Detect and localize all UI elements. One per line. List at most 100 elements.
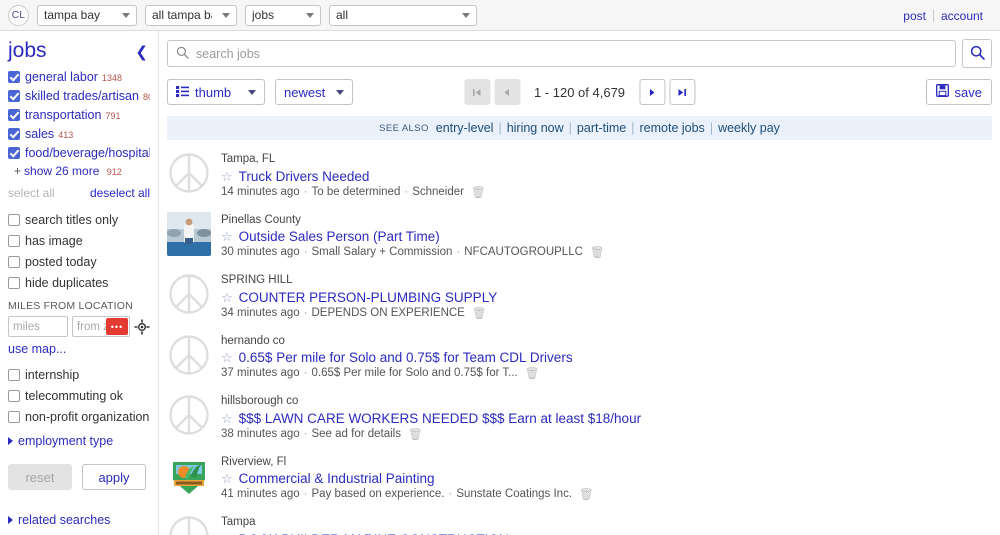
checkbox[interactable] <box>8 90 20 102</box>
favorite-star-icon[interactable]: ☆ <box>221 170 233 183</box>
see-also-link-hiring-now[interactable]: hiring now <box>507 121 564 135</box>
trash-icon[interactable]: 🗑 <box>471 185 486 199</box>
employment-type-expander[interactable]: employment type <box>8 434 150 448</box>
favorite-star-icon[interactable]: ☆ <box>221 351 233 364</box>
trash-icon[interactable]: 🗑 <box>590 245 605 259</box>
checkbox[interactable] <box>8 277 20 289</box>
listing-title[interactable]: DOCK BUILDER MARINE CONSTRUCTION <box>239 532 509 535</box>
sidebar-item-skilled-trades[interactable]: skilled trades/artisan 808 <box>8 88 150 103</box>
view-mode-button[interactable]: thumb <box>167 79 265 105</box>
see-also-link-entry-level[interactable]: entry-level <box>436 121 494 135</box>
favorite-star-icon[interactable]: ☆ <box>221 230 233 243</box>
list-item[interactable]: Pinellas County ☆ Outside Sales Person (… <box>167 205 992 266</box>
separator: | <box>709 121 714 135</box>
first-page-icon[interactable] <box>463 79 490 105</box>
miles-placeholder: miles <box>13 320 40 333</box>
separator: · <box>404 185 409 198</box>
listing-title[interactable]: Truck Drivers Needed <box>239 169 370 184</box>
favorite-star-icon[interactable]: ☆ <box>221 291 233 304</box>
option-search-titles-only[interactable]: search titles only <box>8 212 150 227</box>
list-item[interactable]: hillsborough co ☆ $$$ LAWN CARE WORKERS … <box>167 386 992 447</box>
trash-icon[interactable]: 🗑 <box>525 366 540 380</box>
deselect-all-button[interactable]: deselect all <box>90 186 150 200</box>
checkbox[interactable] <box>8 390 20 402</box>
listing-title[interactable]: 0.65$ Per mile for Solo and 0.75$ for Te… <box>239 350 573 365</box>
list-item[interactable]: SPRING HILL ☆ COUNTER PERSON-PLUMBING SU… <box>167 265 992 326</box>
see-also-link-weekly-pay[interactable]: weekly pay <box>718 121 780 135</box>
category-select[interactable]: jobs <box>245 4 321 26</box>
favorite-star-icon[interactable]: ☆ <box>221 412 233 425</box>
option-has-image[interactable]: has image <box>8 233 150 248</box>
search-button[interactable] <box>962 39 992 68</box>
see-also-link-part-time[interactable]: part-time <box>577 121 626 135</box>
listing-title[interactable]: Outside Sales Person (Part Time) <box>239 229 440 244</box>
sidebar-item-general-labor[interactable]: general labor 1348 <box>8 69 150 84</box>
option-label: non-profit organization <box>25 410 150 424</box>
type-select[interactable]: all <box>329 4 477 26</box>
listing-time: 30 minutes ago <box>221 246 300 259</box>
checkbox[interactable] <box>8 411 20 423</box>
checkbox[interactable] <box>8 128 20 140</box>
related-searches-expander[interactable]: related searches <box>8 513 110 527</box>
post-link[interactable]: post <box>896 9 933 23</box>
checkbox[interactable] <box>8 369 20 381</box>
checkbox[interactable] <box>8 147 20 159</box>
trash-icon[interactable]: 🗑 <box>472 306 487 320</box>
sidebar-item-sales[interactable]: sales 413 <box>8 126 150 141</box>
craigslist-logo-icon[interactable]: CL <box>8 4 29 26</box>
apply-button[interactable]: apply <box>82 464 146 490</box>
option-hide-duplicates[interactable]: hide duplicates <box>8 275 150 290</box>
miles-input[interactable]: miles <box>8 316 68 337</box>
select-controls: select all deselect all <box>8 186 150 200</box>
listing-title[interactable]: Commercial & Industrial Painting <box>239 471 435 486</box>
sidebar-item-food-beverage[interactable]: food/beverage/hospitalit… <box>8 145 150 160</box>
list-item[interactable]: Tampa, FL ☆ Truck Drivers Needed 14 minu… <box>167 144 992 205</box>
peace-placeholder-icon <box>167 272 211 316</box>
subarea-select[interactable]: all tampa bay <box>145 4 237 26</box>
checkbox[interactable] <box>8 71 20 83</box>
option-telecommuting-ok[interactable]: telecommuting ok <box>8 388 150 403</box>
checkbox[interactable] <box>8 109 20 121</box>
zip-badge[interactable]: ••• <box>106 318 128 335</box>
checkbox[interactable] <box>8 235 20 247</box>
related-searches-label: related searches <box>18 513 111 527</box>
listing-title[interactable]: $$$ LAWN CARE WORKERS NEEDED $$$ Earn at… <box>239 411 641 426</box>
crosshair-target-icon[interactable] <box>134 319 150 335</box>
chevron-down-icon <box>222 12 230 18</box>
last-page-icon[interactable] <box>669 79 696 105</box>
list-item[interactable]: Riverview, Fl ☆ Commercial & Industrial … <box>167 447 992 508</box>
trash-icon[interactable]: 🗑 <box>579 487 594 501</box>
checkbox[interactable] <box>8 256 20 268</box>
chevron-down-icon <box>248 89 256 95</box>
option-internship[interactable]: internship <box>8 367 150 382</box>
listing-title[interactable]: COUNTER PERSON-PLUMBING SUPPLY <box>239 290 498 305</box>
area-select[interactable]: tampa bay <box>37 4 137 26</box>
listing-thumbnail-image[interactable] <box>167 453 211 498</box>
reset-button[interactable]: reset <box>8 464 72 490</box>
checkbox[interactable] <box>8 214 20 226</box>
zip-input[interactable]: from zip ••• <box>71 316 130 337</box>
favorite-star-icon[interactable]: ☆ <box>221 472 233 485</box>
option-label: has image <box>25 234 83 248</box>
trash-icon[interactable]: 🗑 <box>408 427 423 441</box>
sort-button[interactable]: newest <box>275 79 353 105</box>
show-more-categories[interactable]: + show 26 more 912 <box>14 164 150 178</box>
prev-page-icon[interactable] <box>493 79 520 105</box>
search-input[interactable]: search jobs <box>167 40 956 67</box>
account-link[interactable]: account <box>934 9 990 23</box>
see-also-link-remote-jobs[interactable]: remote jobs <box>640 121 705 135</box>
save-search-button[interactable]: save <box>925 79 992 105</box>
sidebar-item-transportation[interactable]: transportation 791 <box>8 107 150 122</box>
next-page-icon[interactable] <box>639 79 666 105</box>
listing-thumbnail-image[interactable] <box>167 211 211 256</box>
list-item[interactable]: hernando co ☆ 0.65$ Per mile for Solo an… <box>167 326 992 387</box>
list-item[interactable]: Tampa ☆ DOCK BUILDER MARINE CONSTRUCTION <box>167 507 992 535</box>
option-non-profit[interactable]: non-profit organization <box>8 409 150 424</box>
use-map-link[interactable]: use map... <box>8 342 150 356</box>
listing-location: SPRING HILL <box>221 274 293 287</box>
chevron-left-icon[interactable]: ❮ <box>135 45 150 60</box>
option-posted-today[interactable]: posted today <box>8 254 150 269</box>
category-label: skilled trades/artisan <box>25 89 139 103</box>
select-all-button[interactable]: select all <box>8 186 55 200</box>
peace-placeholder-icon <box>167 393 211 437</box>
